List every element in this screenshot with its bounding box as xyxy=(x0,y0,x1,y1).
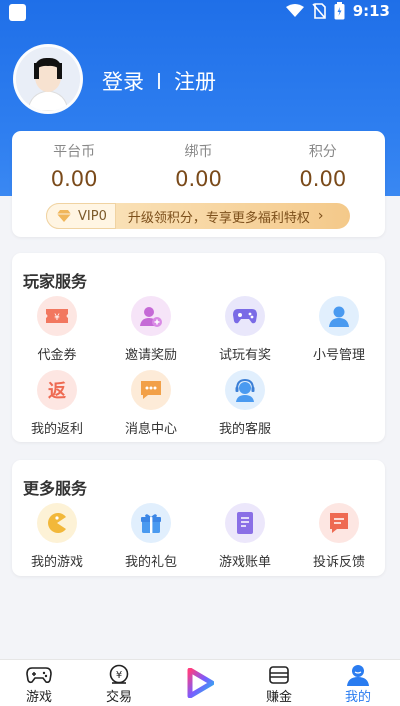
service-my-gifts[interactable]: 我的礼包 xyxy=(106,503,196,570)
gamepad-outline-icon xyxy=(26,667,52,684)
service-my-gifts-label: 我的礼包 xyxy=(124,555,177,570)
service-feedback[interactable]: 投诉反馈 xyxy=(294,503,384,570)
service-rebate[interactable]: 返 我的返利 xyxy=(12,370,102,437)
bottom-tab-bar: 游戏 ¥ 交易 赚金 我的 xyxy=(0,659,400,706)
service-trial-reward[interactable]: 试玩有奖 xyxy=(200,296,290,363)
service-invite[interactable]: 邀请奖励 xyxy=(106,296,196,363)
tab-trade-label: 交易 xyxy=(105,690,132,705)
message-icon xyxy=(131,370,171,410)
tab-play-center[interactable] xyxy=(170,668,230,698)
wifi-icon xyxy=(285,4,304,17)
tab-mine-label: 我的 xyxy=(344,690,371,705)
rebate-icon: 返 xyxy=(37,370,77,410)
service-voucher-label: 代金券 xyxy=(37,348,77,363)
feedback-icon xyxy=(319,503,359,543)
service-invite-label: 邀请奖励 xyxy=(124,348,177,363)
register-link[interactable]: 注册 xyxy=(174,66,216,96)
service-customer-service-label: 我的客服 xyxy=(218,422,271,437)
service-feedback-label: 投诉反馈 xyxy=(312,555,365,570)
status-bar: 9:13 xyxy=(0,0,400,24)
points-label: 积分 xyxy=(308,144,337,160)
diamond-icon xyxy=(57,210,71,222)
vip-level-badge: VIP0 xyxy=(46,203,116,229)
vip-promo-text: 升级领积分，专享更多福利特权 xyxy=(127,210,310,226)
player-services-title: 玩家服务 xyxy=(23,272,88,291)
svg-text:返: 返 xyxy=(48,381,66,401)
voucher-icon: ¥ xyxy=(37,296,77,336)
service-sub-accounts-label: 小号管理 xyxy=(312,348,365,363)
trade-icon: ¥ xyxy=(109,664,129,684)
service-game-bill-label: 游戏账单 xyxy=(218,555,271,570)
invite-icon xyxy=(131,296,171,336)
tab-earn[interactable]: 赚金 xyxy=(249,664,309,705)
service-rebate-label: 我的返利 xyxy=(30,422,83,437)
service-trial-reward-label: 试玩有奖 xyxy=(218,348,271,363)
customer-service-icon xyxy=(225,370,265,410)
platform-coin[interactable]: 平台币 0.00 xyxy=(19,141,129,191)
service-messages[interactable]: 消息中心 xyxy=(106,370,196,437)
service-customer-service[interactable]: 我的客服 xyxy=(200,370,290,437)
user-account-icon xyxy=(319,296,359,336)
tab-games-label: 游戏 xyxy=(25,690,52,705)
tab-trade[interactable]: ¥ 交易 xyxy=(89,664,149,705)
points[interactable]: 积分 0.00 xyxy=(268,141,378,191)
platform-coin-label: 平台币 xyxy=(53,144,96,160)
svg-text:¥: ¥ xyxy=(54,313,60,323)
bound-coin-value: 0.00 xyxy=(175,167,222,191)
tab-games[interactable]: 游戏 xyxy=(9,664,69,705)
battery-icon xyxy=(334,2,345,20)
profile-icon xyxy=(347,665,369,686)
play-logo-icon xyxy=(187,668,214,698)
login-link[interactable]: 登录 xyxy=(102,66,144,96)
tab-mine[interactable]: 我的 xyxy=(328,664,388,705)
bound-coin[interactable]: 绑币 0.00 xyxy=(143,141,253,191)
divider xyxy=(158,73,160,89)
more-services-title: 更多服务 xyxy=(23,479,88,498)
gamepad-icon xyxy=(225,296,265,336)
wallet-card: 平台币 0.00 绑币 0.00 积分 0.00 VIP0 升级领积分，专享更多… xyxy=(12,131,385,237)
service-game-bill[interactable]: 游戏账单 xyxy=(200,503,290,570)
service-my-games-label: 我的游戏 xyxy=(30,555,83,570)
points-value: 0.00 xyxy=(299,167,347,191)
earn-icon xyxy=(269,666,289,684)
no-sim-icon xyxy=(312,3,326,19)
vip-banner[interactable]: VIP0 升级领积分，专享更多福利特权 › xyxy=(46,203,350,229)
more-services-card: 更多服务 我的游戏 我的礼包 游戏账单 投诉反馈 xyxy=(12,460,385,576)
service-messages-label: 消息中心 xyxy=(124,422,177,437)
status-time: 9:13 xyxy=(352,2,390,20)
player-services-card: 玩家服务 ¥ 代金券 邀请奖励 试玩有奖 小号管理 返 我的返利 消息中心 我的… xyxy=(12,253,385,442)
pacman-icon xyxy=(37,503,77,543)
avatar[interactable] xyxy=(13,44,83,114)
gift-icon xyxy=(131,503,171,543)
svg-text:¥: ¥ xyxy=(116,670,122,681)
platform-coin-value: 0.00 xyxy=(50,167,98,191)
service-voucher[interactable]: ¥ 代金券 xyxy=(12,296,102,363)
bound-coin-label: 绑币 xyxy=(184,144,213,160)
service-sub-accounts[interactable]: 小号管理 xyxy=(294,296,384,363)
chevron-right-icon: › xyxy=(317,208,324,224)
vip-level: VIP0 xyxy=(78,208,107,224)
tab-earn-label: 赚金 xyxy=(265,690,292,705)
login-register-row: 登录 注册 xyxy=(102,66,216,96)
avatar-image xyxy=(16,47,80,111)
notification-icon xyxy=(9,4,26,21)
service-my-games[interactable]: 我的游戏 xyxy=(12,503,102,570)
bill-icon xyxy=(225,503,265,543)
